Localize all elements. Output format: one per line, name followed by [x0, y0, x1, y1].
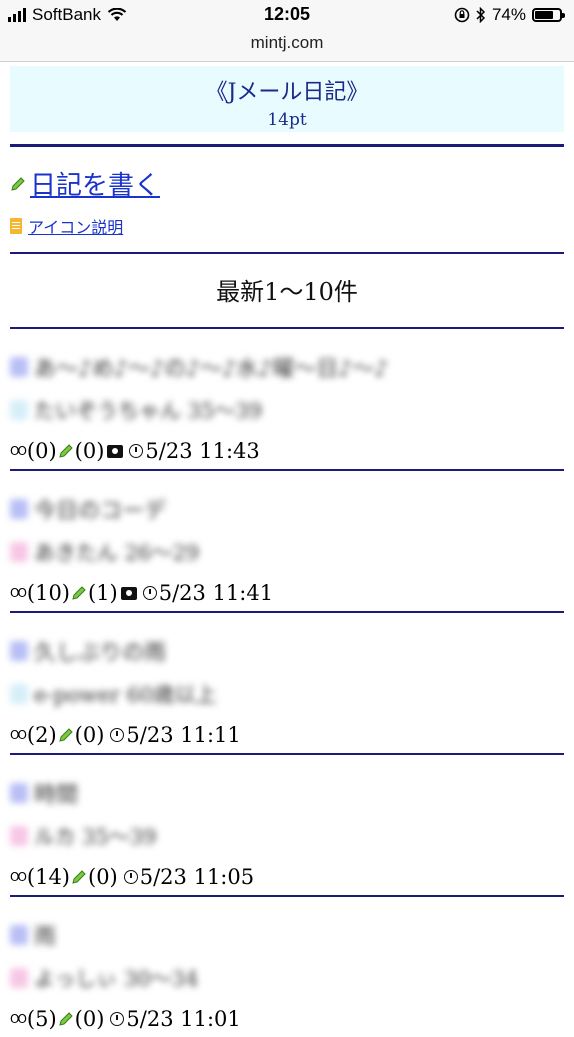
entry-author-row[interactable]: たいぞうちゃん 35〜39	[10, 383, 564, 425]
entry-meta: OO (5) (0) 5/23 11:01	[10, 993, 564, 1031]
entry-title: あ〜♪め♪〜♪の♪〜♪水♪曜〜日♪〜♪	[34, 357, 389, 382]
user-icon	[10, 542, 28, 562]
user-icon	[10, 968, 28, 988]
views-icon: OO	[10, 728, 27, 742]
entry-date: 5/23 11:41	[158, 581, 274, 605]
memo-icon	[10, 218, 22, 234]
entry-meta: OO (14) (0) 5/23 11:05	[10, 851, 564, 889]
clock-icon	[110, 728, 125, 742]
diary-entry[interactable]: 雨 よっしぃ 30〜34 OO (5) (0) 5/23 11:01	[10, 897, 564, 1037]
entry-date: 5/23 11:01	[126, 1007, 241, 1031]
entry-title-row[interactable]: 時間	[10, 755, 564, 809]
entry-date: 5/23 11:43	[145, 439, 260, 463]
comment-count: (0)	[88, 865, 118, 889]
entry-author: あきたん 26〜29	[34, 541, 200, 565]
entry-author: たいぞうちゃん 35〜39	[34, 399, 263, 423]
icon-help-label: アイコン説明	[28, 218, 124, 237]
diary-entry[interactable]: あ〜♪め♪〜♪の♪〜♪水♪曜〜日♪〜♪ たいぞうちゃん 35〜39 OO (0)…	[10, 329, 564, 469]
views-icon: OO	[10, 444, 27, 458]
user-icon	[10, 826, 28, 846]
status-right: 74%	[454, 5, 565, 25]
entry-author-row[interactable]: ルカ 35〜39	[10, 809, 564, 851]
views-icon: OO	[10, 586, 27, 600]
write-diary-link[interactable]: 日記を書く	[10, 165, 564, 202]
comment-count: (0)	[74, 439, 105, 463]
diary-icon	[10, 641, 28, 661]
comment-pencil-icon	[58, 1012, 73, 1026]
entry-title: 雨	[34, 925, 57, 950]
entry-author: e-power 60歳以上	[34, 683, 217, 707]
diary-entry[interactable]: 久しぶりの雨 e-power 60歳以上 OO (2) (0) 5/23 11:…	[10, 613, 564, 753]
entry-author-row[interactable]: e-power 60歳以上	[10, 667, 564, 709]
pencil-icon	[11, 176, 25, 191]
comment-count: (0)	[74, 1007, 105, 1031]
diary-entry[interactable]: 今日のコーデ あきたん 26〜29 OO (10) (1) 5/23 11:41	[10, 471, 564, 611]
comment-pencil-icon	[72, 870, 86, 884]
url-bar[interactable]: mintj.com	[0, 33, 574, 62]
entry-title-row[interactable]: 雨	[10, 897, 564, 951]
section-title: 最新1〜10件	[216, 278, 358, 306]
page-content: 《Jメール日記》 14pt 日記を書く アイコン説明 最新1〜10件 あ〜♪め♪…	[0, 66, 574, 1037]
comment-count: (1)	[88, 581, 118, 605]
entry-author: よっしぃ 30〜34	[34, 967, 199, 991]
page-title: 《Jメール日記》	[205, 80, 369, 105]
entry-meta: OO (2) (0) 5/23 11:11	[10, 709, 564, 747]
entry-title-row[interactable]: 久しぶりの雨	[10, 613, 564, 667]
orientation-lock-icon	[454, 7, 470, 23]
diary-icon	[10, 499, 28, 519]
entry-meta: OO (10) (1) 5/23 11:41	[10, 567, 564, 605]
comment-pencil-icon	[58, 444, 73, 458]
camera-icon	[120, 586, 137, 600]
entry-author-row[interactable]: あきたん 26〜29	[10, 525, 564, 567]
url-text: mintj.com	[250, 33, 324, 52]
entry-author: ルカ 35〜39	[34, 825, 157, 849]
entry-title: 今日のコーデ	[34, 499, 167, 524]
camera-icon	[107, 444, 124, 458]
comment-count: (0)	[74, 723, 105, 747]
clock-icon	[123, 870, 138, 884]
entry-title: 時間	[34, 783, 79, 808]
diary-icon	[10, 783, 28, 803]
entry-author-row[interactable]: よっしぃ 30〜34	[10, 951, 564, 993]
divider	[10, 144, 564, 147]
view-count: (2)	[26, 723, 57, 747]
user-icon	[10, 400, 28, 420]
entry-title: 久しぶりの雨	[34, 641, 167, 666]
view-count: (14)	[26, 865, 70, 889]
comment-pencil-icon	[58, 728, 73, 742]
user-icon	[10, 684, 28, 704]
diary-list: あ〜♪め♪〜♪の♪〜♪水♪曜〜日♪〜♪ たいぞうちゃん 35〜39 OO (0)…	[10, 329, 564, 1037]
page-subtitle: 14pt	[267, 110, 307, 130]
view-count: (0)	[26, 439, 57, 463]
view-count: (10)	[26, 581, 70, 605]
entry-title-row[interactable]: あ〜♪め♪〜♪の♪〜♪水♪曜〜日♪〜♪	[10, 329, 564, 383]
battery-percent: 74%	[491, 5, 526, 24]
diary-entry[interactable]: 時間 ルカ 35〜39 OO (14) (0) 5/23 11:05	[10, 755, 564, 895]
write-diary-label: 日記を書く	[30, 171, 161, 201]
status-bar: SoftBank 12:05 74%	[0, 0, 574, 33]
diary-header: 《Jメール日記》 14pt	[10, 66, 564, 132]
entry-title-row[interactable]: 今日のコーデ	[10, 471, 564, 525]
clock-icon	[142, 586, 157, 600]
entry-date: 5/23 11:11	[126, 723, 241, 747]
view-count: (5)	[26, 1007, 57, 1031]
clock-icon	[129, 444, 144, 458]
diary-icon	[10, 925, 28, 945]
entry-date: 5/23 11:05	[139, 865, 255, 889]
views-icon: OO	[10, 870, 27, 884]
entry-meta: OO (0) (0) 5/23 11:43	[10, 425, 564, 463]
battery-icon	[532, 8, 565, 22]
diary-icon	[10, 357, 28, 377]
bluetooth-icon	[476, 7, 486, 23]
comment-pencil-icon	[72, 586, 86, 600]
icon-help-link[interactable]: アイコン説明	[10, 214, 564, 238]
